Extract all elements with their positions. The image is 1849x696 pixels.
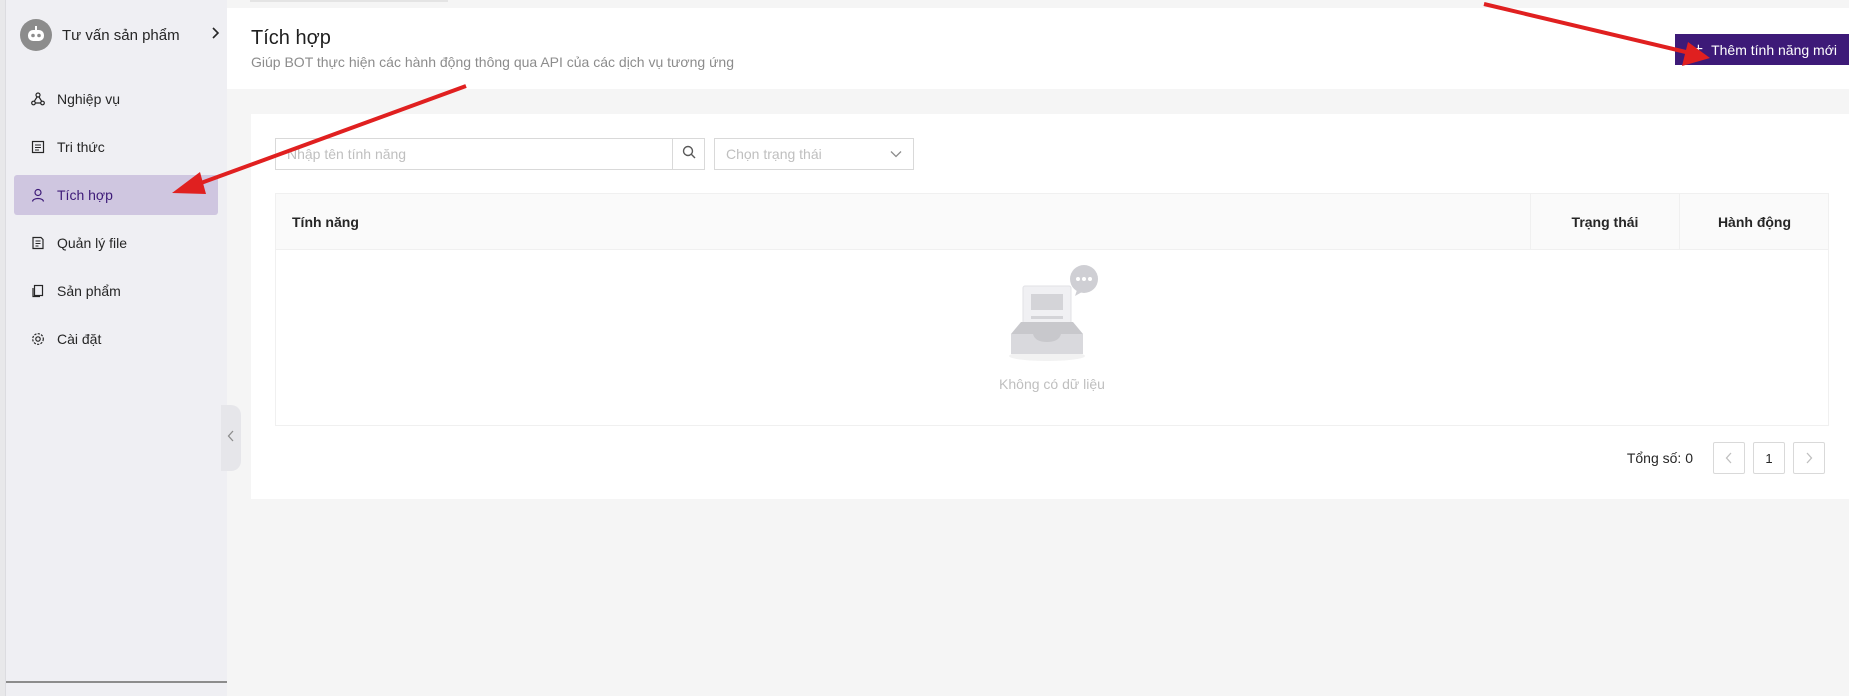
sidebar-divider	[6, 681, 227, 683]
page-number-button[interactable]: 1	[1753, 442, 1785, 474]
sidebar-item-tri-thuc[interactable]: Tri thức	[14, 127, 218, 167]
empty-inbox-icon	[1009, 265, 1098, 361]
chevron-left-icon	[227, 429, 235, 447]
user-icon	[30, 187, 46, 203]
sidebar-item-label: Sản phẩm	[57, 283, 121, 299]
sidebar-item-san-pham[interactable]: Sản phẩm	[14, 271, 218, 311]
chevron-down-icon	[890, 145, 902, 163]
empty-state-text: Không có dữ liệu	[999, 376, 1105, 392]
chevron-left-icon	[1725, 452, 1732, 464]
bot-name: Tư vấn sản phẩm	[62, 26, 180, 44]
column-header-status: Trạng thái	[1530, 194, 1679, 249]
file-icon	[30, 235, 46, 251]
book-icon	[30, 139, 46, 155]
page-header: Tích hợp Giúp BOT thực hiện các hành độn…	[227, 8, 1849, 89]
sidebar-item-nghiep-vu[interactable]: Nghiệp vụ	[14, 79, 218, 119]
chevron-right-icon	[210, 26, 220, 44]
sidebar-item-label: Tích hợp	[57, 187, 113, 203]
search-box	[275, 138, 705, 170]
plus-icon: +	[1693, 40, 1704, 58]
status-select-placeholder: Chọn trạng thái	[726, 146, 822, 162]
add-feature-label: Thêm tính năng mới	[1711, 41, 1837, 58]
workflow-icon	[30, 91, 46, 107]
sidebar-item-label: Nghiệp vụ	[57, 91, 121, 107]
content-card: Chọn trạng thái Tính năng Trạng thái Hàn…	[251, 114, 1849, 499]
sidebar-item-label: Cài đặt	[57, 331, 102, 347]
gear-icon	[30, 331, 46, 347]
chevron-right-icon	[1806, 452, 1813, 464]
prev-page-button[interactable]	[1713, 442, 1745, 474]
sidebar-item-tich-hop[interactable]: Tích hợp	[14, 175, 218, 215]
table-header: Tính năng Trạng thái Hành động	[276, 194, 1828, 250]
pagination: Tổng số: 0 1	[1627, 442, 1825, 474]
sidebar-collapse-button[interactable]	[221, 405, 241, 471]
add-feature-button[interactable]: + Thêm tính năng mới	[1675, 34, 1849, 65]
column-header-action: Hành động	[1679, 194, 1829, 249]
bot-selector[interactable]: Tư vấn sản phẩm	[20, 18, 220, 52]
status-select[interactable]: Chọn trạng thái	[714, 138, 914, 170]
page-title: Tích hợp	[251, 27, 331, 49]
empty-state: Không có dữ liệu	[276, 250, 1828, 426]
sidebar: Tư vấn sản phẩm Nghiệp vụ Tri thức Tích …	[6, 0, 227, 696]
sidebar-item-cai-dat[interactable]: Cài đặt	[14, 319, 218, 359]
sidebar-item-label: Tri thức	[57, 139, 105, 155]
column-header-feature: Tính năng	[292, 213, 359, 230]
search-icon	[682, 145, 696, 164]
product-icon	[30, 283, 46, 299]
bot-avatar-icon	[20, 19, 52, 51]
sidebar-item-label: Quản lý file	[57, 235, 128, 251]
top-tab-indicator	[250, 0, 448, 2]
features-table: Tính năng Trạng thái Hành động Không có …	[275, 193, 1829, 426]
total-count: Tổng số: 0	[1626, 450, 1693, 466]
page-subtitle: Giúp BOT thực hiện các hành động thông q…	[251, 54, 735, 70]
search-input[interactable]	[276, 139, 672, 169]
search-button[interactable]	[672, 139, 704, 169]
next-page-button[interactable]	[1793, 442, 1825, 474]
sidebar-item-quan-ly-file[interactable]: Quản lý file	[14, 223, 218, 263]
